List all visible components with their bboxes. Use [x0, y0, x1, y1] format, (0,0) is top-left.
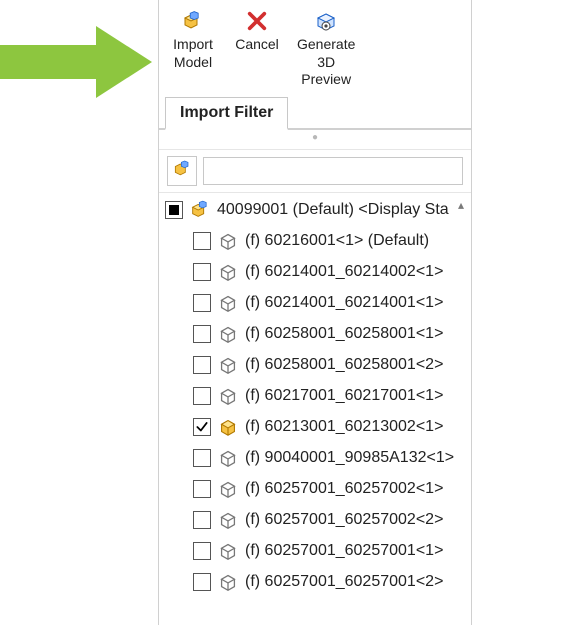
checkbox[interactable]	[193, 573, 211, 591]
tree-item[interactable]: (f) 60257001_60257002<1>	[159, 474, 471, 505]
tree-item-label: (f) 60216001<1> (Default)	[245, 232, 429, 250]
part-outline-icon	[217, 230, 239, 252]
tree-item[interactable]: (f) 60257001_60257001<2>	[159, 567, 471, 598]
tree-item[interactable]: (f) 60257001_60257002<2>	[159, 505, 471, 536]
tree-item-label: (f) 60214001_60214002<1>	[245, 263, 443, 281]
checkbox[interactable]	[193, 232, 211, 250]
generate-preview-label: Generate3DPreview	[297, 36, 355, 89]
import-panel: ImportModel Cancel Generate3DPreview	[158, 0, 472, 625]
show-assemblies-toggle[interactable]	[167, 156, 197, 186]
import-model-button[interactable]: ImportModel	[165, 8, 221, 73]
model-tree: ▴ 40099001 (Default) <Display Sta (f) 602…	[159, 193, 471, 625]
part-outline-icon	[217, 540, 239, 562]
panel-drag-handle-icon[interactable]: ●	[159, 130, 471, 150]
tree-item-label: (f) 60217001_60217001<1>	[245, 387, 443, 405]
tab-import-filter[interactable]: Import Filter	[165, 97, 288, 130]
tree-item[interactable]: (f) 60217001_60217001<1>	[159, 381, 471, 412]
checkbox[interactable]	[165, 201, 183, 219]
tree-item-label: (f) 60258001_60258001<1>	[245, 325, 443, 343]
checkbox[interactable]	[193, 480, 211, 498]
checkbox[interactable]	[193, 356, 211, 374]
tree-item[interactable]: (f) 60216001<1> (Default)	[159, 226, 471, 257]
checkbox[interactable]	[193, 387, 211, 405]
tab-bar: Import Filter	[159, 95, 471, 130]
tree-item-label: (f) 60257001_60257002<2>	[245, 511, 443, 529]
scroll-up-icon[interactable]: ▴	[453, 197, 469, 213]
checkbox[interactable]	[193, 418, 211, 436]
cancel-label: Cancel	[235, 36, 279, 54]
checkbox[interactable]	[193, 294, 211, 312]
part-outline-icon	[217, 478, 239, 500]
tree-item-label: (f) 60214001_60214001<1>	[245, 294, 443, 312]
checkbox[interactable]	[193, 511, 211, 529]
tree-item-label: (f) 60257001_60257001<1>	[245, 542, 443, 560]
tree-item[interactable]: (f) 60213001_60213002<1>	[159, 412, 471, 443]
generate-3d-preview-button[interactable]: Generate3DPreview	[293, 8, 359, 91]
tree-item[interactable]: (f) 90040001_90985A132<1>	[159, 443, 471, 474]
tree-item-label: (f) 60213001_60213002<1>	[245, 418, 443, 436]
import-model-label: ImportModel	[173, 36, 213, 71]
toolbar: ImportModel Cancel Generate3DPreview	[159, 0, 471, 95]
pointer-arrow	[0, 26, 152, 98]
tree-root[interactable]: 40099001 (Default) <Display Sta	[159, 195, 471, 226]
checkbox[interactable]	[193, 263, 211, 281]
assembly-icon	[181, 10, 205, 34]
part-outline-icon	[217, 323, 239, 345]
tree-item[interactable]: (f) 60214001_60214002<1>	[159, 257, 471, 288]
tree-item[interactable]: (f) 60258001_60258001<2>	[159, 350, 471, 381]
part-outline-icon	[217, 571, 239, 593]
part-outline-icon	[217, 292, 239, 314]
assembly-small-icon	[172, 159, 192, 182]
tree-item[interactable]: (f) 60214001_60214001<1>	[159, 288, 471, 319]
tree-root-label: 40099001 (Default) <Display Sta	[217, 201, 449, 219]
cancel-button[interactable]: Cancel	[229, 8, 285, 56]
tree-item-label: (f) 90040001_90985A132<1>	[245, 449, 454, 467]
part-outline-icon	[217, 509, 239, 531]
tab-import-filter-label: Import Filter	[180, 104, 273, 121]
close-icon	[245, 10, 269, 34]
assembly-icon	[189, 199, 211, 221]
tree-item[interactable]: (f) 60257001_60257001<1>	[159, 536, 471, 567]
tree-item[interactable]: (f) 60258001_60258001<1>	[159, 319, 471, 350]
part-solid-icon	[217, 416, 239, 438]
tree-item-label: (f) 60257001_60257001<2>	[245, 573, 443, 591]
part-outline-icon	[217, 261, 239, 283]
checkbox[interactable]	[193, 449, 211, 467]
filter-row	[159, 150, 471, 193]
preview-cube-icon	[314, 10, 338, 34]
part-outline-icon	[217, 385, 239, 407]
checkbox[interactable]	[193, 542, 211, 560]
tree-item-label: (f) 60257001_60257002<1>	[245, 480, 443, 498]
checkbox[interactable]	[193, 325, 211, 343]
tree-item-label: (f) 60258001_60258001<2>	[245, 356, 443, 374]
part-outline-icon	[217, 354, 239, 376]
part-outline-icon	[217, 447, 239, 469]
filter-input[interactable]	[203, 157, 463, 185]
